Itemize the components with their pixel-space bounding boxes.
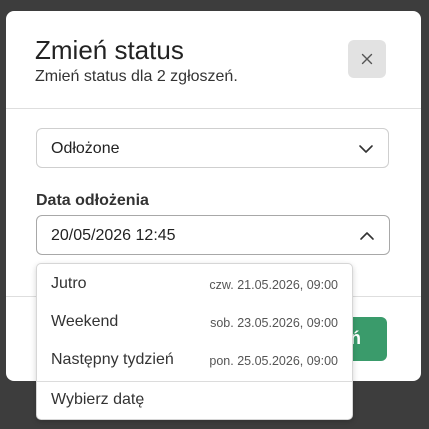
status-select-value: Odłożone <box>51 140 120 157</box>
dialog-subtitle: Zmień status dla 2 zgłoszeń. <box>35 68 238 85</box>
pick-date-label: Wybierz datę <box>51 391 145 408</box>
pick-date-option[interactable]: Wybierz datę <box>37 382 352 419</box>
preset-option-weekend[interactable]: Weekend sob. 23.05.2026, 09:00 <box>37 304 352 342</box>
preset-option-date: czw. 21.05.2026, 09:00 <box>209 278 338 292</box>
dialog-title: Zmień status <box>35 35 184 65</box>
preset-option-label: Jutro <box>51 275 87 292</box>
close-button[interactable] <box>348 40 386 78</box>
close-icon <box>361 53 373 65</box>
preset-option-date: pon. 25.05.2026, 09:00 <box>209 354 338 368</box>
preset-option-next-week[interactable]: Następny tydzień pon. 25.05.2026, 09:00 <box>37 342 352 380</box>
postpone-date-value: 20/05/2026 12:45 <box>51 227 176 244</box>
postpone-date-input[interactable]: 20/05/2026 12:45 <box>36 215 390 255</box>
preset-option-label: Weekend <box>51 313 119 330</box>
preset-option-tomorrow[interactable]: Jutro czw. 21.05.2026, 09:00 <box>37 266 352 304</box>
chevron-down-icon <box>359 145 373 153</box>
preset-option-label: Następny tydzień <box>51 351 174 368</box>
postpone-date-label: Data odłożenia <box>36 192 149 209</box>
date-preset-dropdown: Jutro czw. 21.05.2026, 09:00 Weekend sob… <box>36 263 353 420</box>
chevron-up-icon[interactable] <box>359 228 375 244</box>
preset-option-date: sob. 23.05.2026, 09:00 <box>210 316 338 330</box>
dialog-header: Zmień status Zmień status dla 2 zgłoszeń… <box>6 11 421 109</box>
status-select[interactable]: Odłożone <box>36 128 389 168</box>
